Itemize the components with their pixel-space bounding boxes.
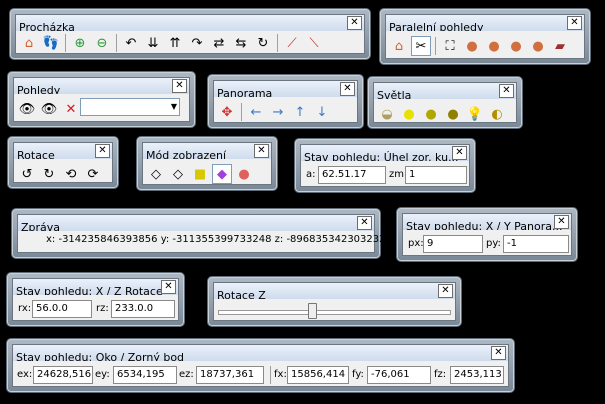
- close-button[interactable]: ✕: [438, 284, 453, 298]
- rotation-z-slider[interactable]: [214, 299, 455, 320]
- close-button[interactable]: ✕: [347, 16, 362, 30]
- home-icon[interactable]: ⌂: [19, 33, 39, 53]
- head-side-icon[interactable]: ●: [484, 36, 504, 56]
- fx-field[interactable]: 15856,414: [287, 366, 349, 384]
- ey-label: ey:: [95, 369, 110, 380]
- add-view-eye-icon[interactable]: 👁: [17, 99, 37, 119]
- ez-field[interactable]: 18737,361: [196, 366, 264, 384]
- fy-label: fy:: [352, 369, 364, 380]
- turn-around-icon[interactable]: ↻: [253, 33, 273, 53]
- rotate-right-icon[interactable]: ↻: [39, 164, 59, 184]
- walk-back-icon[interactable]: ⇊: [143, 33, 163, 53]
- walk-left-icon[interactable]: ↶: [121, 33, 141, 53]
- turn-left-icon[interactable]: ⇄: [209, 33, 229, 53]
- pan-up-icon[interactable]: ↑: [290, 102, 310, 122]
- rotate-left-icon[interactable]: ↺: [17, 164, 37, 184]
- light-medium-icon[interactable]: ●: [421, 104, 441, 124]
- close-button[interactable]: ✕: [491, 346, 506, 360]
- close-button[interactable]: ✕: [340, 82, 355, 96]
- delete-view-icon[interactable]: ✕: [61, 99, 81, 119]
- ex-field[interactable]: 24628,516: [33, 366, 93, 384]
- a-field[interactable]: 62.51.17: [318, 166, 386, 184]
- toolbar-panorama: Panorama ✕ ✥ ← → ↑ ↓: [207, 74, 364, 129]
- contrast-icon[interactable]: ◐: [487, 104, 507, 124]
- wireframe-icon[interactable]: ◇: [146, 164, 166, 184]
- toolbar-rotace: Rotace ✕ ↺ ↻ ⟲ ⟳: [7, 136, 119, 189]
- message-text: x: -314235846393856 y: -311355399733248 …: [46, 234, 386, 245]
- toolbar-svetla: Světla ✕ ◒ ● ● ● 💡 ◐: [367, 76, 523, 129]
- color-shaded-icon[interactable]: ◆: [212, 164, 232, 184]
- close-button[interactable]: ✕: [499, 84, 514, 98]
- pan-down-icon[interactable]: ↓: [312, 102, 332, 122]
- rz-label: rz:: [96, 303, 109, 314]
- panel-rotace-z: Rotace Z ✕: [207, 276, 462, 327]
- close-button[interactable]: ✕: [554, 215, 569, 229]
- close-button[interactable]: ✕: [161, 280, 176, 294]
- close-button[interactable]: ✕: [567, 16, 582, 30]
- rotate-down-icon[interactable]: ⟳: [83, 164, 103, 184]
- fz-label: fz:: [434, 369, 447, 380]
- panel-rotace-xz: Stav pohledu: X / Z Rotace ✕ rx: 56.0.0 …: [6, 272, 185, 327]
- rx-label: rx:: [18, 303, 32, 314]
- close-button[interactable]: ✕: [452, 146, 467, 160]
- rz-field[interactable]: 233.0.0: [111, 300, 175, 318]
- walk-forward-icon[interactable]: ⇈: [165, 33, 185, 53]
- rx-field[interactable]: 56.0.0: [32, 300, 92, 318]
- px-field[interactable]: 9: [423, 235, 483, 253]
- ey-field[interactable]: 6534,195: [113, 366, 177, 384]
- pan-left-icon[interactable]: ←: [246, 102, 266, 122]
- footprints-icon[interactable]: 👣: [41, 33, 61, 53]
- solid-icon[interactable]: ■: [190, 164, 210, 184]
- ez-label: ez:: [179, 369, 194, 380]
- turn-right-icon[interactable]: ⇆: [231, 33, 251, 53]
- close-button[interactable]: ✕: [357, 216, 372, 230]
- px-label: px:: [408, 238, 424, 249]
- fy-field[interactable]: -76,061: [367, 366, 431, 384]
- zm-field[interactable]: 1: [405, 166, 467, 184]
- stairs-up-icon[interactable]: ⟋: [282, 33, 302, 53]
- zoom-in-icon[interactable]: ⊕: [70, 33, 90, 53]
- head-back-icon[interactable]: ●: [506, 36, 526, 56]
- fx-label: fx:: [274, 369, 287, 380]
- panel-zprava: Zpráva ✕ x: -314235846393856 y: -3113553…: [11, 208, 386, 259]
- light-source-icon[interactable]: ◒: [377, 104, 397, 124]
- walk-right-icon[interactable]: ↷: [187, 33, 207, 53]
- a-label: a:: [306, 169, 316, 180]
- head-front-icon[interactable]: ●: [462, 36, 482, 56]
- fz-field[interactable]: 2453,113: [450, 366, 504, 384]
- ex-label: ex:: [17, 369, 33, 380]
- panel-uhel-zoru: Stav pohledu: Úhel zor. ku... ✕ a: 62.51…: [294, 138, 476, 193]
- pan-right-icon[interactable]: →: [268, 102, 288, 122]
- close-button[interactable]: ✕: [95, 144, 110, 158]
- toolbar-pohledy: Pohledy ✕ 👁 👁 ✕ ▼: [7, 71, 196, 128]
- views-dropdown[interactable]: ▼: [80, 98, 180, 116]
- toolbar-mod-zobrazeni: Mód zobrazení ✕ ◇ ◇ ■ ◆ ●: [136, 136, 278, 191]
- pan-all-icon[interactable]: ✥: [217, 102, 237, 122]
- toolbar-paralelni: Paralelní pohledy ✕ ⌂ ✂ ⛶ ● ● ● ● ▰: [379, 8, 591, 65]
- scissors-icon[interactable]: ✂: [411, 36, 431, 56]
- book-icon[interactable]: ▰: [550, 36, 570, 56]
- stairs-down-icon[interactable]: ⟍: [304, 33, 324, 53]
- render-icon[interactable]: ●: [234, 164, 254, 184]
- rotate-up-icon[interactable]: ⟲: [61, 164, 81, 184]
- chevron-down-icon: ▼: [170, 102, 177, 111]
- head-top-icon[interactable]: ●: [528, 36, 548, 56]
- bulb-icon[interactable]: 💡: [465, 104, 485, 124]
- close-button[interactable]: ✕: [172, 79, 187, 93]
- py-field[interactable]: -1: [503, 235, 569, 253]
- close-button[interactable]: ✕: [254, 144, 269, 158]
- slider-track: [218, 310, 451, 315]
- light-dim-icon[interactable]: ●: [443, 104, 463, 124]
- fit-view-icon[interactable]: ⛶: [440, 36, 460, 56]
- toolbar-prochazka: Procházka ✕ ⌂ 👣 ⊕ ⊖ ↶ ⇊ ⇈ ↷ ⇄ ⇆ ↻ ⟋ ⟍: [9, 8, 371, 60]
- zoom-back-icon[interactable]: ⊖: [92, 33, 112, 53]
- edit-view-eye-icon[interactable]: 👁: [39, 99, 59, 119]
- panel-oko-zorny-bod: Stav pohledu: Oko / Zorný bod ✕ ex: 2462…: [6, 338, 515, 393]
- py-label: py:: [486, 238, 501, 249]
- light-bright-icon[interactable]: ●: [399, 104, 419, 124]
- hidden-line-icon[interactable]: ◇: [168, 164, 188, 184]
- panel-panorama-xy: Stav pohledu: X / Y Panora... ✕ px: 9 py…: [396, 207, 578, 262]
- home-icon[interactable]: ⌂: [389, 36, 409, 56]
- slider-thumb[interactable]: [307, 303, 317, 319]
